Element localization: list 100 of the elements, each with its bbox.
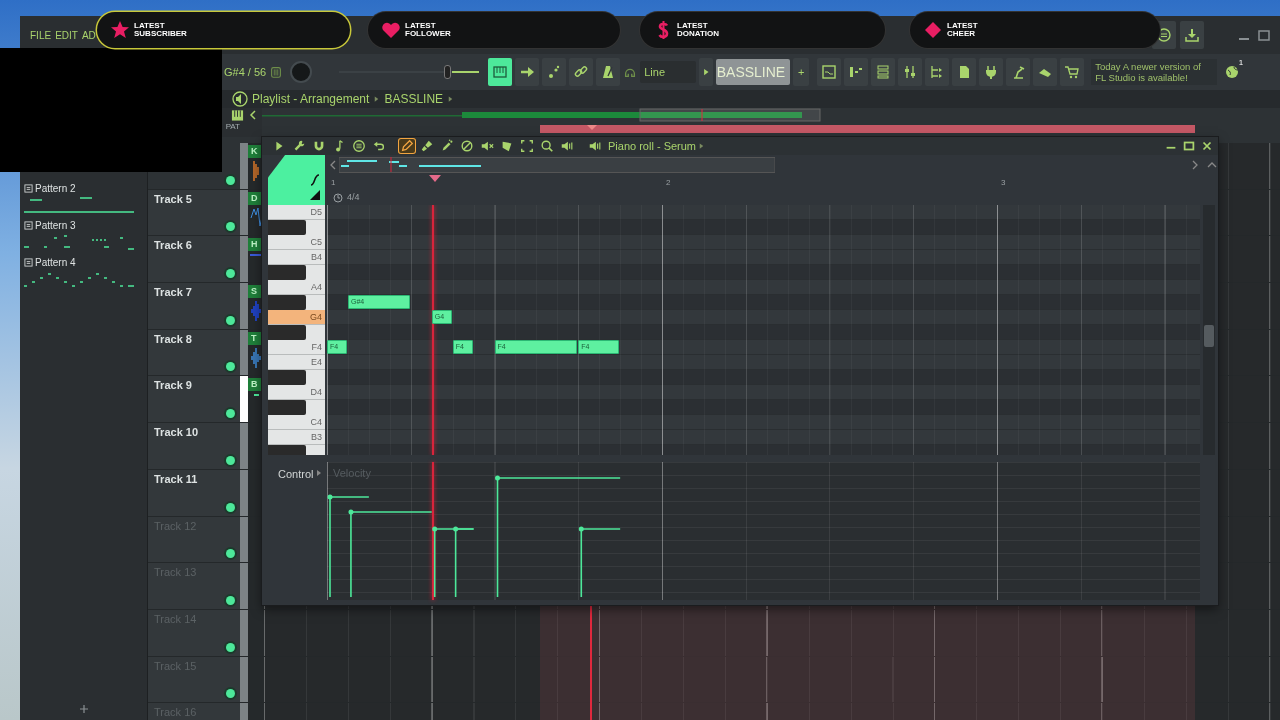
download-button[interactable]: [1180, 21, 1204, 49]
waveform-drawing: [253, 394, 259, 397]
select-icon: [520, 139, 534, 153]
cart-icon: [1064, 64, 1081, 80]
star-icon: [110, 20, 130, 40]
track-header[interactable]: Track 6: [148, 236, 240, 283]
time-signature[interactable]: 4/4: [347, 190, 360, 205]
track-led[interactable]: [226, 175, 235, 185]
control-label[interactable]: Control: [278, 466, 314, 483]
select-button[interactable]: [518, 138, 536, 154]
wrench-icon: [292, 139, 306, 153]
menu-icon: [352, 139, 366, 153]
chevron-icon: [316, 468, 323, 478]
pat-label: PAT: [225, 122, 240, 131]
speaker-icon[interactable]: [232, 91, 248, 107]
pattern-item[interactable]: Pattern 2: [35, 181, 76, 196]
playhead-marker[interactable]: [429, 175, 441, 183]
magnet-icon: [312, 139, 326, 153]
step-sequencer-icon: [848, 64, 865, 80]
slider-thumb[interactable]: [444, 65, 452, 79]
track-led[interactable]: [226, 222, 235, 232]
piano-key[interactable]: G4: [268, 310, 325, 325]
track-header[interactable]: Track 11: [148, 469, 240, 516]
pencil-button[interactable]: [398, 138, 416, 154]
pencil-icon: [400, 139, 414, 153]
chevron-icon: [373, 94, 381, 104]
add-button[interactable]: +: [793, 58, 810, 86]
track-led[interactable]: [226, 269, 235, 279]
track-led[interactable]: [226, 362, 235, 372]
track-name: Track 11: [154, 472, 198, 485]
footsteps-button[interactable]: [542, 58, 567, 86]
browser-tree-button[interactable]: [925, 58, 950, 86]
velocity-stem[interactable]: [348, 509, 433, 597]
track-led[interactable]: [226, 315, 235, 325]
velocity-stem[interactable]: [327, 494, 370, 597]
track-header[interactable]: Track 9: [148, 376, 240, 423]
playlist-icon: [821, 64, 838, 80]
alert-label: LATEST SUBSCRIBER: [134, 22, 187, 38]
link-button[interactable]: [569, 58, 594, 86]
track-led[interactable]: [226, 642, 235, 652]
track-led[interactable]: [226, 549, 235, 559]
speaker-icon[interactable]: [588, 139, 602, 153]
pattern-icon: [24, 221, 33, 230]
metronome-button[interactable]: [596, 58, 621, 86]
undo-icon: [372, 139, 386, 153]
curve-icon[interactable]: [309, 173, 321, 187]
track-header[interactable]: Track 8: [148, 329, 240, 376]
pattern-item[interactable]: Pattern 3: [35, 218, 76, 233]
piano-keys-icon[interactable]: [231, 108, 244, 122]
keyboard-icon: [269, 64, 284, 80]
pattern-name[interactable]: BASSLINE: [384, 90, 444, 108]
track-led[interactable]: [226, 409, 235, 419]
track-header[interactable]: Track 10: [148, 423, 240, 469]
brush-icon: [420, 139, 434, 153]
step-sequencer-button[interactable]: [844, 58, 869, 86]
overview-strip[interactable]: [339, 157, 775, 173]
track-header[interactable]: Track 7: [148, 283, 240, 329]
piano-keys-button[interactable]: [488, 58, 513, 86]
track-led[interactable]: [226, 595, 235, 605]
pattern-field[interactable]: BASSLINE: [716, 59, 791, 85]
chevron-icon: [698, 141, 706, 151]
document-button[interactable]: [952, 58, 977, 86]
track-name: Track 10: [154, 426, 199, 439]
cart-button[interactable]: [1060, 58, 1085, 86]
track-name: Track 5: [154, 192, 192, 205]
clock-icon: [333, 192, 343, 203]
add-icon[interactable]: [78, 703, 89, 714]
menu-item[interactable]: FILE: [30, 27, 52, 43]
arrow-right-button[interactable]: [515, 58, 540, 86]
notification-count: 1: [1238, 56, 1244, 69]
channel-list-button[interactable]: [871, 58, 896, 86]
link-icon: [573, 64, 590, 80]
menu-button[interactable]: [350, 138, 368, 154]
zoom-icon: [540, 139, 554, 153]
waveform-drawing: [250, 347, 262, 368]
download-icon: [1184, 27, 1200, 43]
velocity-stem[interactable]: [495, 475, 621, 597]
velocity-stem[interactable]: [578, 526, 621, 597]
piano-roll-title: Piano roll - Serum: [608, 138, 697, 154]
snap-dropdown[interactable]: Line: [640, 61, 697, 83]
track-led[interactable]: [226, 455, 235, 465]
plug-button[interactable]: [979, 58, 1004, 86]
mixer-button[interactable]: [898, 58, 923, 86]
track-led[interactable]: [226, 689, 235, 699]
menu-item[interactable]: EDIT: [55, 27, 78, 43]
velocity-stem[interactable]: [453, 526, 475, 597]
scroll-right-icon[interactable]: [1190, 159, 1200, 171]
scroll-left-icon[interactable]: [248, 109, 258, 121]
track-led[interactable]: [226, 502, 235, 512]
scrollbar-thumb[interactable]: [1204, 325, 1214, 347]
maximize-icon[interactable]: [1182, 139, 1196, 153]
play-button[interactable]: [699, 58, 714, 86]
pattern-item[interactable]: Pattern 4: [35, 255, 76, 270]
waveform-drawing: [253, 161, 259, 181]
close-icon[interactable]: [1200, 139, 1214, 153]
menu-item[interactable]: AD: [81, 27, 96, 43]
playlist-button[interactable]: [817, 58, 842, 86]
waveform-drawing: [250, 254, 262, 257]
track-header[interactable]: Track 5: [148, 189, 240, 236]
prohibit-icon: [460, 139, 474, 153]
